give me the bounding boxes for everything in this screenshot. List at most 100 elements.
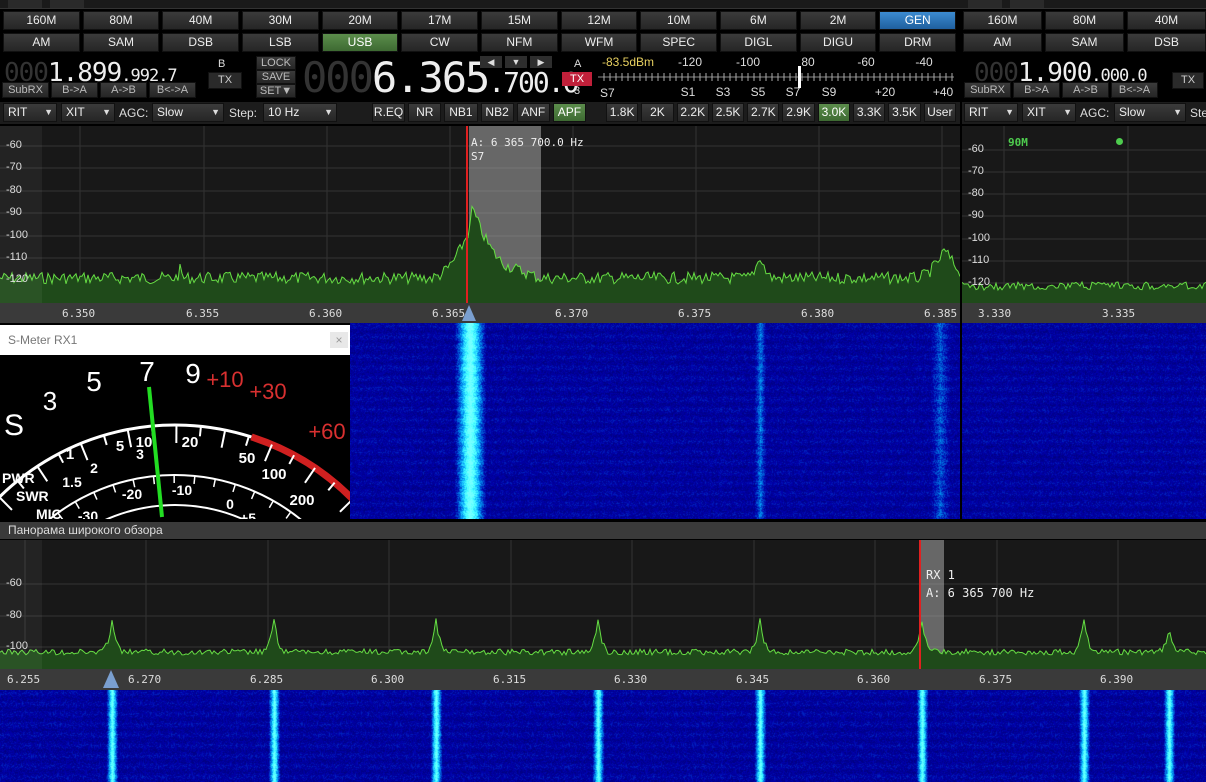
smeter-top-tick: 80 bbox=[801, 55, 815, 69]
filter-button-22k[interactable]: 2.2K bbox=[676, 103, 709, 122]
tune-down-icon[interactable]: ▼ bbox=[505, 56, 527, 68]
pwr-scale-label: 50 bbox=[239, 450, 256, 467]
smeter-bar: -83.5dBm -120 -100 80 -60 -40 S1 S3 S5 S7 S9 +20 +4… bbox=[598, 54, 956, 100]
band-button-gen[interactable]: GEN bbox=[879, 11, 957, 30]
band-button-17m[interactable]: 17M bbox=[401, 11, 479, 30]
vfo-sub-btn-1[interactable]: B->A bbox=[1013, 82, 1060, 98]
vfo-b-btn-1[interactable]: B->A bbox=[51, 82, 98, 98]
vfo-b-btn-2[interactable]: A->B bbox=[100, 82, 147, 98]
filter-buttons: 1.8K 2K 2.2K 2.5K 2.7K 2.9K 3.0K 3.3K 3.5K User bbox=[606, 103, 956, 122]
wide-panorama-x-axis[interactable]: 6.255 6.270 6.285 6.300 6.315 6.330 6.345 6.360… bbox=[0, 669, 1206, 690]
main-waterfall[interactable] bbox=[350, 323, 960, 519]
x-axis-label: 3.330 bbox=[978, 307, 1012, 320]
mode-button-digu[interactable]: DIGU bbox=[799, 33, 877, 52]
xit-dropdown[interactable]: XIT bbox=[61, 103, 115, 122]
s-tick bbox=[79, 443, 89, 461]
y-axis-label: -80 bbox=[6, 184, 22, 196]
filter-button-25k[interactable]: 2.5K bbox=[711, 103, 745, 122]
filter-button-30k[interactable]: 3.0K bbox=[817, 103, 851, 122]
record-button[interactable] bbox=[50, 0, 84, 8]
mode-button-wfm[interactable]: WFM bbox=[560, 33, 638, 52]
sub-waterfall[interactable] bbox=[962, 323, 1206, 519]
mode-button-sam[interactable]: SAM bbox=[82, 33, 160, 52]
band-button-80m[interactable]: 80M bbox=[82, 11, 160, 30]
sub-band-button-40m[interactable]: 40M bbox=[1127, 11, 1206, 30]
mode-button-dsb[interactable]: DSB bbox=[162, 33, 240, 52]
mode-button-am[interactable]: AM bbox=[3, 33, 80, 52]
filter-button-29k[interactable]: 2.9K bbox=[782, 103, 815, 122]
filter-button-2k[interactable]: 2K bbox=[641, 103, 674, 122]
band-button-40m[interactable]: 40M bbox=[162, 11, 240, 30]
x-axis-label: 6.350 bbox=[62, 307, 96, 320]
filter-button-user[interactable]: User bbox=[923, 103, 956, 122]
dsp-button-apf[interactable]: APF bbox=[552, 103, 587, 122]
mode-button-spec[interactable]: SPEC bbox=[640, 33, 718, 52]
band-button-2m[interactable]: 2M bbox=[799, 11, 877, 30]
x-axis-label: 6.360 bbox=[857, 673, 891, 686]
sub-mode-buttons: AM SAM DSB bbox=[963, 33, 1206, 52]
vfo-sub-btn-2[interactable]: A->B bbox=[1062, 82, 1109, 98]
band-button-15m[interactable]: 15M bbox=[481, 11, 558, 30]
wide-vfo-marker-icon[interactable] bbox=[103, 670, 119, 688]
vfo-sub-btn-3[interactable]: B<->A bbox=[1111, 82, 1158, 98]
sub-mode-button-dsb[interactable]: DSB bbox=[1127, 33, 1206, 52]
x-axis-label: 6.375 bbox=[979, 673, 1013, 686]
mode-button-usb[interactable]: USB bbox=[321, 33, 399, 52]
vfo-sub-tx-button[interactable]: TX bbox=[1172, 72, 1204, 89]
sub-rit-dropdown[interactable]: RIT bbox=[964, 103, 1018, 122]
band-button-12m[interactable]: 12M bbox=[560, 11, 638, 30]
lock-group-btn-1[interactable]: SAVE bbox=[256, 70, 296, 84]
band-button-6m[interactable]: 6M bbox=[720, 11, 797, 30]
mode-button-cw[interactable]: CW bbox=[401, 33, 479, 52]
lock-group-btn-2[interactable]: SET▼ bbox=[256, 84, 296, 98]
filter-button-27k[interactable]: 2.7K bbox=[747, 103, 780, 122]
sub-panorama-x-axis[interactable]: 3.330 3.335 bbox=[962, 303, 1206, 323]
sub-mode-button-sam[interactable]: SAM bbox=[1045, 33, 1124, 52]
dsp-button-nb2[interactable]: NB2 bbox=[480, 103, 514, 122]
sub-mode-button-am[interactable]: AM bbox=[963, 33, 1042, 52]
main-panorama[interactable]: -60 -70 -80 -90 -100 -110 -120 A: 6 365 700.0 … bbox=[0, 126, 960, 303]
mode-button-digl[interactable]: DIGL bbox=[720, 33, 797, 52]
agc-dropdown[interactable]: Slow bbox=[152, 103, 224, 122]
band-button-160m[interactable]: 160M bbox=[3, 11, 80, 30]
filter-button-18k[interactable]: 1.8K bbox=[606, 103, 639, 122]
sub-play-button[interactable] bbox=[968, 0, 1002, 8]
mode-button-nfm[interactable]: NFM bbox=[481, 33, 558, 52]
sub-agc-dropdown[interactable]: Slow bbox=[1114, 103, 1186, 122]
vfo-a-tx-button[interactable]: TX bbox=[562, 72, 592, 86]
band-button-10m[interactable]: 10M bbox=[640, 11, 718, 30]
dsp-button-nr[interactable]: NR bbox=[408, 103, 442, 122]
sub-band-button-160m[interactable]: 160M bbox=[963, 11, 1042, 30]
band-button-30m[interactable]: 30M bbox=[242, 11, 319, 30]
band-button-20m[interactable]: 20M bbox=[321, 11, 399, 30]
main-panorama-x-axis[interactable]: 6.350 6.355 6.360 6.365 6.370 6.375 6.380 6.385 bbox=[0, 303, 960, 323]
dsp-buttons: R.EQ NR NB1 NB2 ANF APF bbox=[372, 103, 587, 122]
lock-group-btn-0[interactable]: LOCK bbox=[256, 56, 296, 70]
play-button[interactable] bbox=[8, 0, 42, 8]
tune-left-icon[interactable]: ◀ bbox=[480, 56, 502, 68]
y-axis-label: -60 bbox=[6, 139, 22, 151]
dsp-button-nb1[interactable]: NB1 bbox=[444, 103, 478, 122]
filter-button-35k[interactable]: 3.5K bbox=[888, 103, 921, 122]
tune-right-icon[interactable]: ▶ bbox=[530, 56, 552, 68]
dsp-button-anf[interactable]: ANF bbox=[516, 103, 550, 122]
vfo-a-panel: 0006.365.700.0 ◀ ▼ ▶ A TX 3 bbox=[298, 54, 598, 100]
close-icon[interactable]: × bbox=[330, 332, 348, 348]
pwr-tick bbox=[93, 491, 98, 500]
mode-button-lsb[interactable]: LSB bbox=[242, 33, 319, 52]
wide-panorama[interactable]: -60-80-100-120 RX 1 A: 6 365 700 Hz bbox=[0, 540, 1206, 669]
filter-button-33k[interactable]: 3.3K bbox=[853, 103, 886, 122]
step-dropdown[interactable]: 10 Hz bbox=[263, 103, 337, 122]
vfo-b-btn-0[interactable]: SubRX bbox=[2, 82, 49, 98]
vfo-b-btn-3[interactable]: B<->A bbox=[149, 82, 196, 98]
sub-band-button-80m[interactable]: 80M bbox=[1045, 11, 1124, 30]
dsp-button-req[interactable]: R.EQ bbox=[372, 103, 406, 122]
rit-dropdown[interactable]: RIT bbox=[3, 103, 57, 122]
wide-waterfall[interactable] bbox=[0, 690, 1206, 782]
sub-record-button[interactable] bbox=[1010, 0, 1044, 8]
mode-button-drm[interactable]: DRM bbox=[879, 33, 957, 52]
top-toolbar-strip bbox=[0, 0, 1206, 9]
sub-xit-dropdown[interactable]: XIT bbox=[1022, 103, 1076, 122]
sub-panorama[interactable]: -60 -70 -80 -90 -100 -110 -120 90M bbox=[962, 126, 1206, 303]
vfo-sub-btn-0[interactable]: SubRX bbox=[964, 82, 1011, 98]
